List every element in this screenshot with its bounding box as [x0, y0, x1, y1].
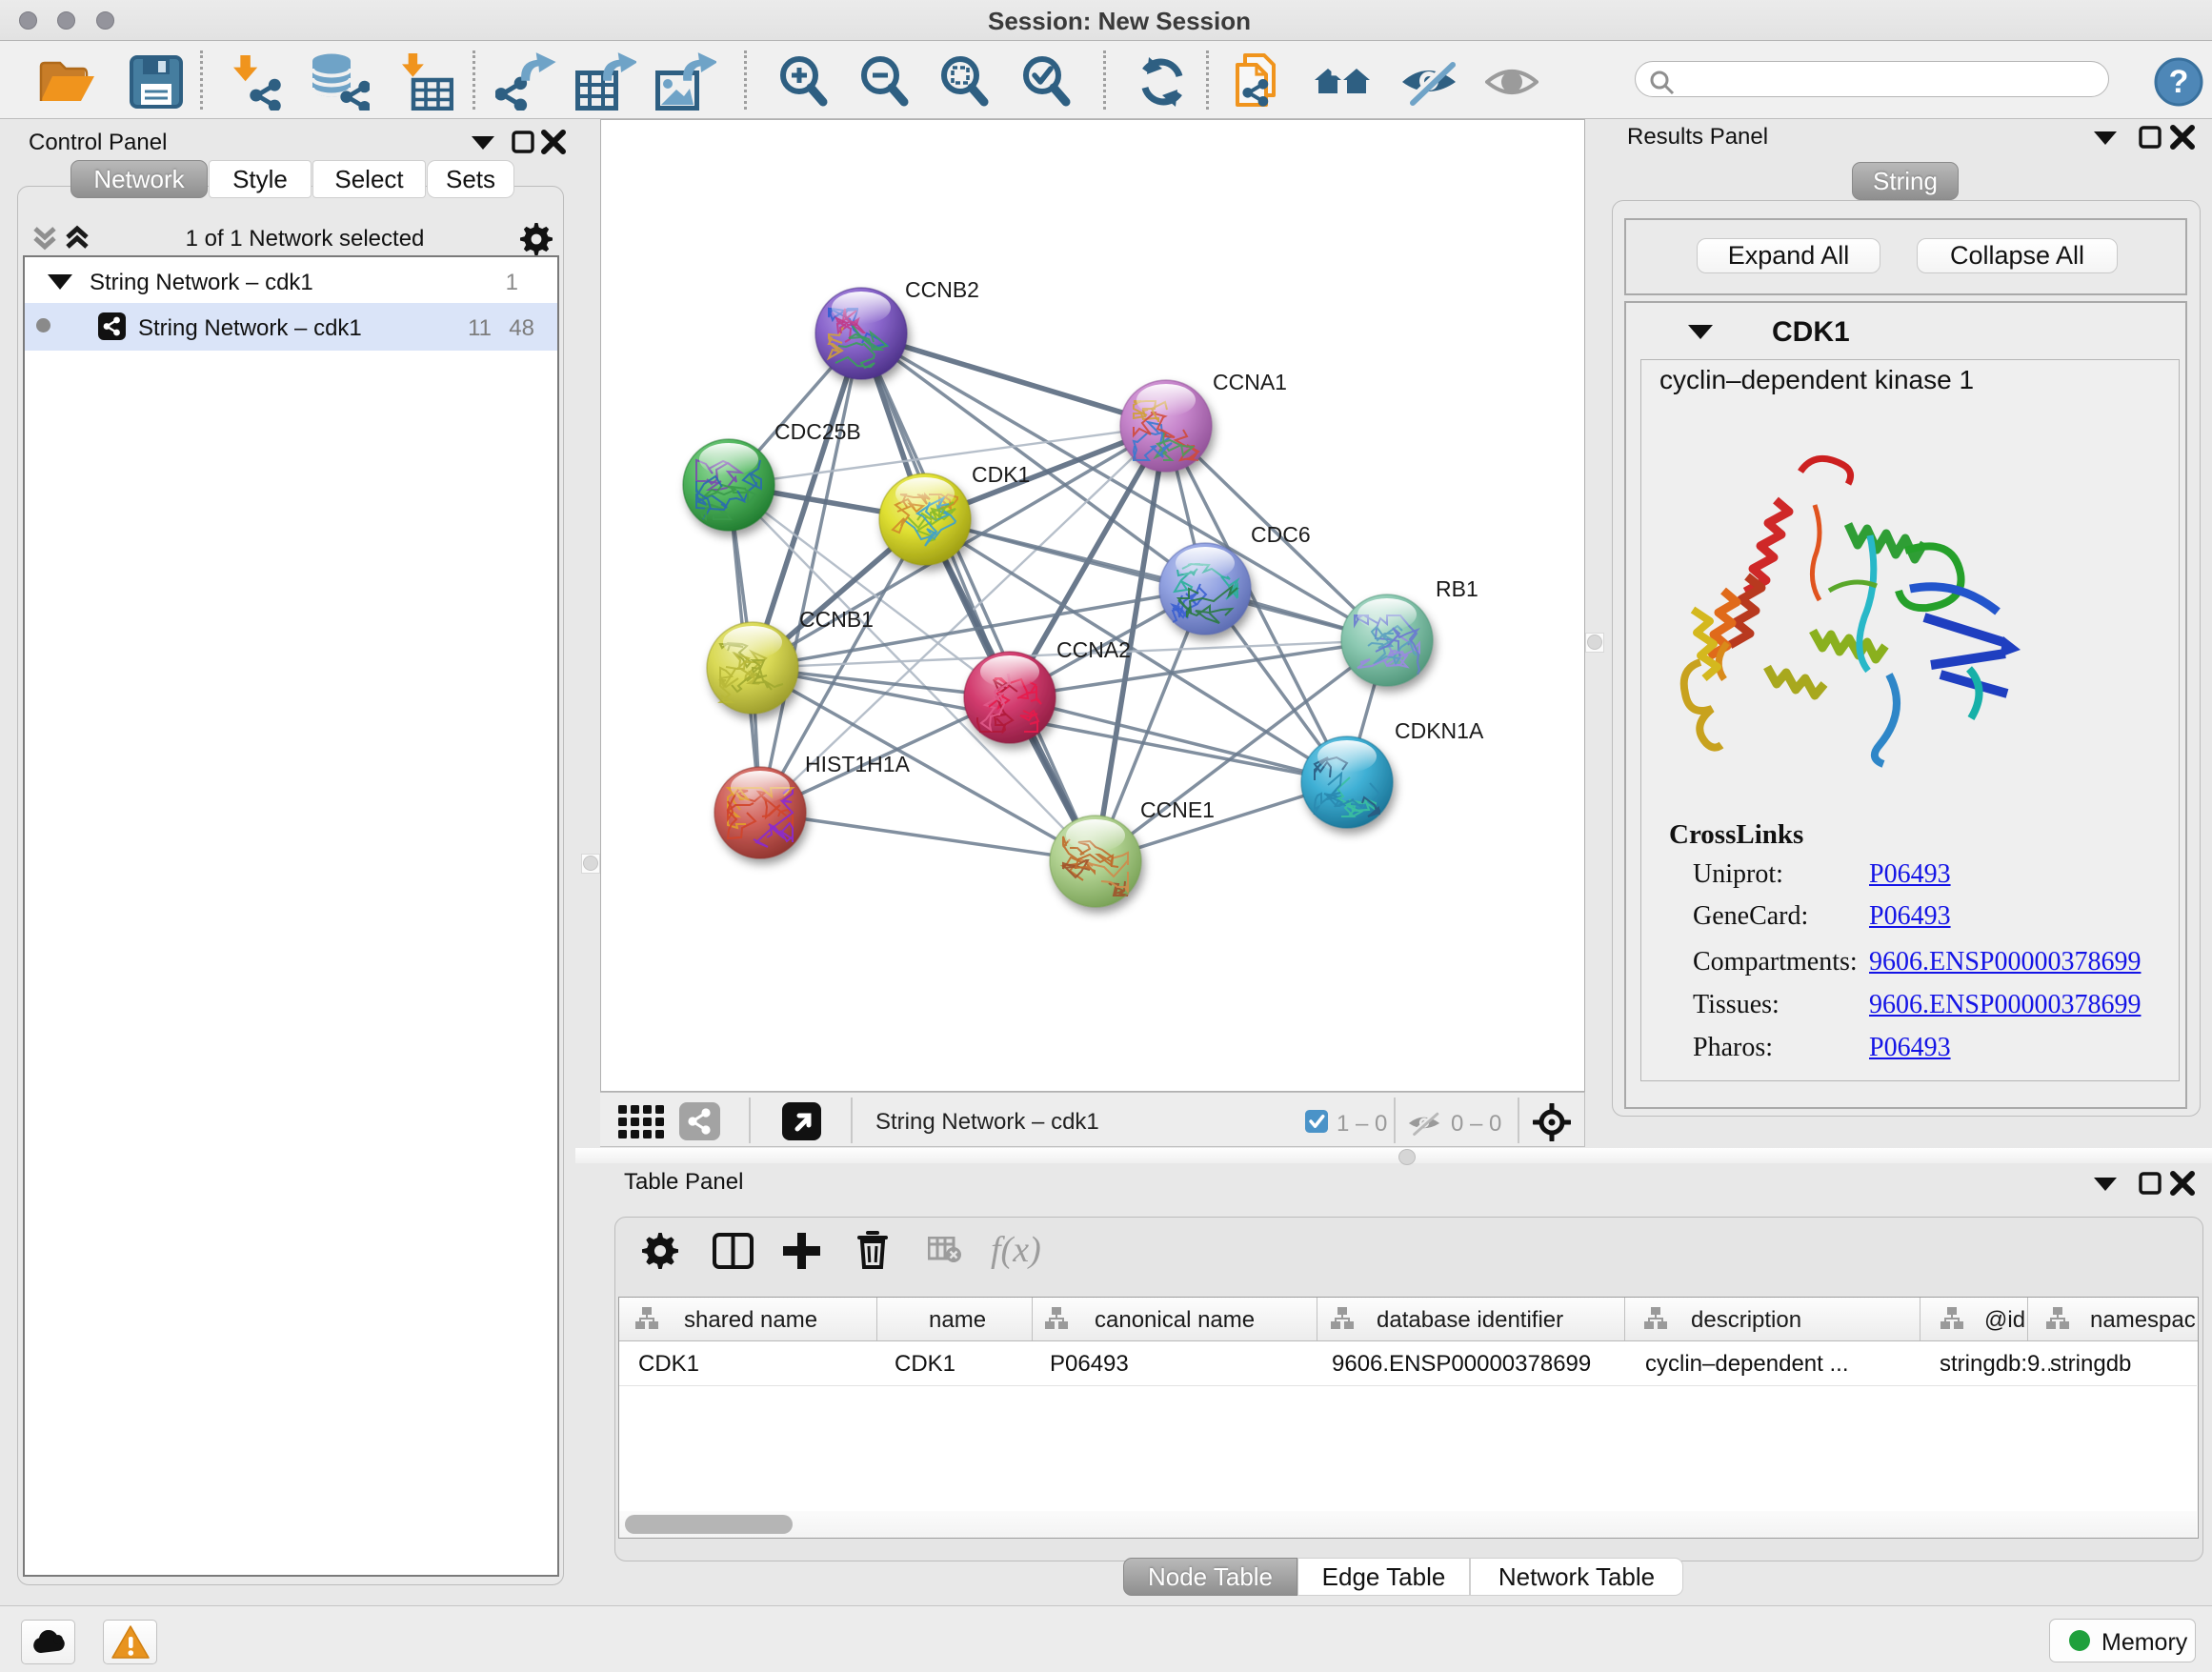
svg-text:?: ? — [2169, 64, 2189, 100]
svg-text:CDK1: CDK1 — [972, 462, 1030, 487]
svg-text:RB1: RB1 — [1436, 576, 1478, 601]
svg-text:CCNB1: CCNB1 — [799, 607, 874, 632]
svg-text:CCNA1: CCNA1 — [1213, 370, 1287, 394]
svg-text:CDC25B: CDC25B — [774, 419, 861, 444]
svg-text:CDKN1A: CDKN1A — [1395, 718, 1484, 743]
svg-text:CCNB2: CCNB2 — [905, 277, 979, 302]
svg-text:CDC6: CDC6 — [1251, 522, 1311, 547]
svg-text:HIST1H1A: HIST1H1A — [805, 752, 911, 776]
svg-text:CCNA2: CCNA2 — [1056, 637, 1131, 662]
svg-text:CCNE1: CCNE1 — [1140, 797, 1215, 822]
